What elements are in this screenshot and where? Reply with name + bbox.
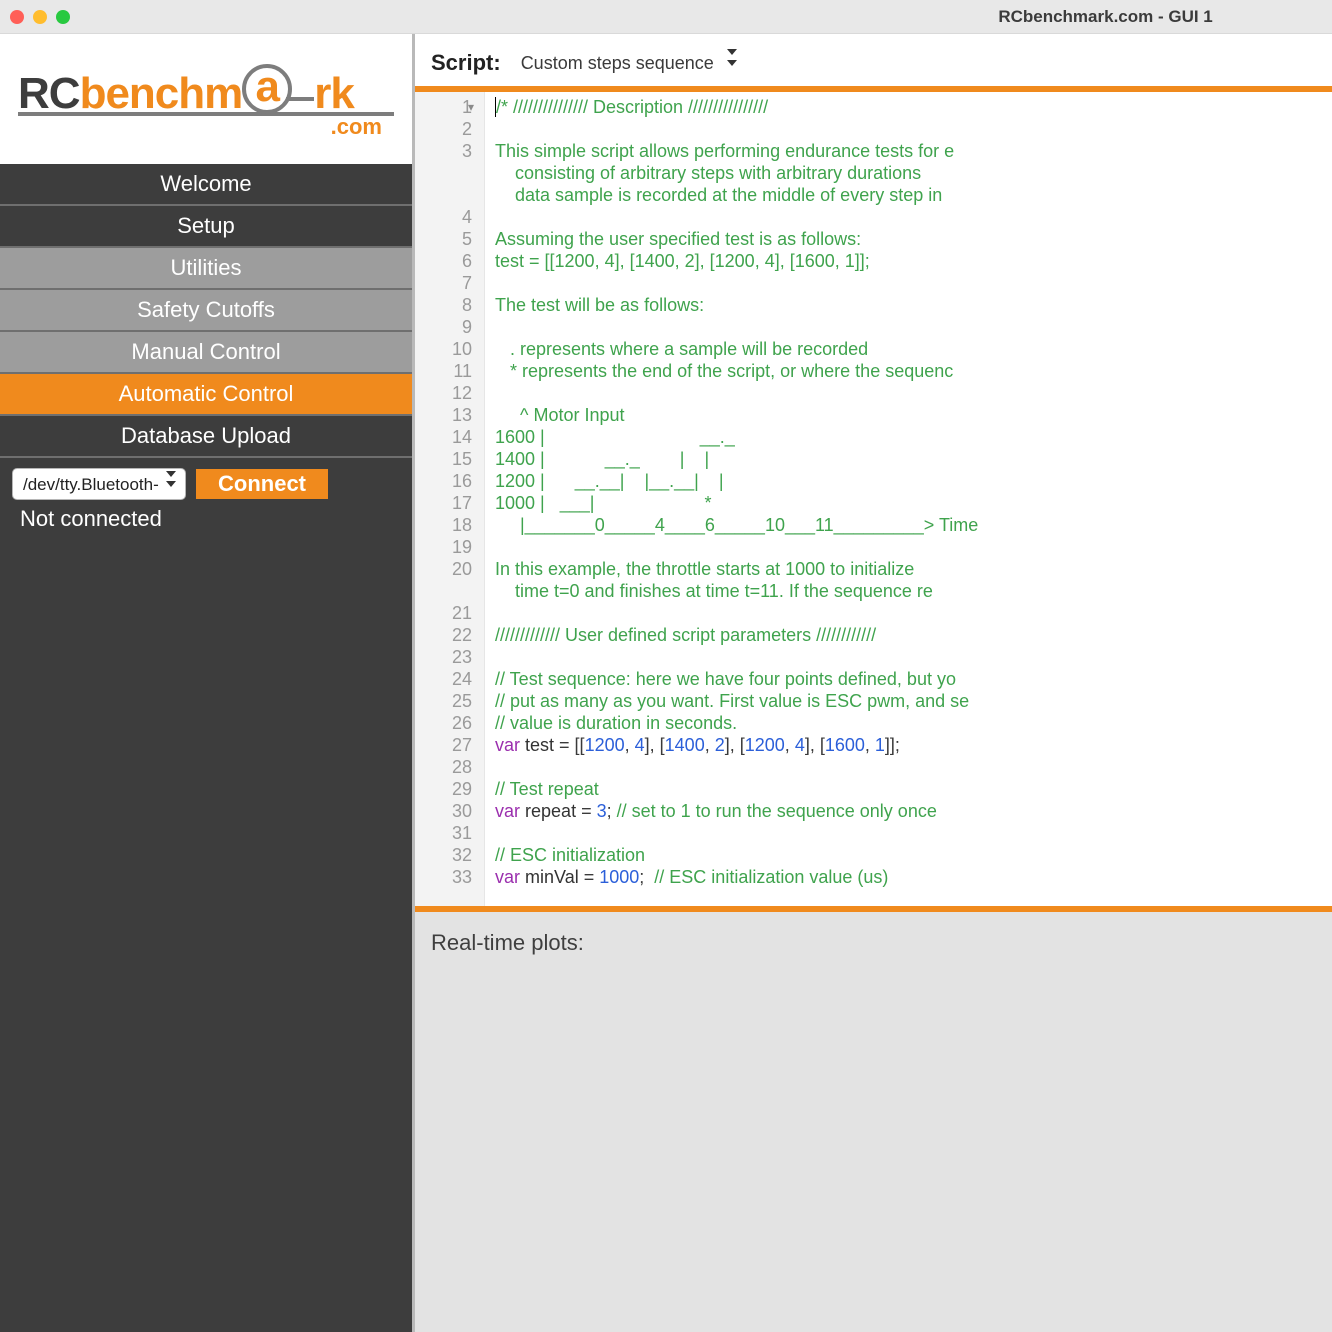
nav-item-manual-control[interactable]: Manual Control <box>0 332 412 374</box>
code-line[interactable]: 1200 | __.__| |__.__| | <box>495 470 1332 492</box>
script-select[interactable]: Custom steps sequence <box>515 51 743 75</box>
code-line[interactable]: 1000 | ___| * <box>495 492 1332 514</box>
code-line[interactable]: In this example, the throttle starts at … <box>495 558 1332 580</box>
code-line[interactable]: 1600 | __._ <box>495 426 1332 448</box>
minimize-window-icon[interactable] <box>33 10 47 24</box>
code-line[interactable]: ^ Motor Input <box>495 404 1332 426</box>
sidebar: RCbenchmrk .com WelcomeSetupUtilitiesSaf… <box>0 34 415 1332</box>
port-select-wrap[interactable]: /dev/tty.Bluetooth- <box>12 468 186 500</box>
logo-text-rc: RC <box>18 69 80 118</box>
code-line[interactable]: ///////////// User defined script parame… <box>495 624 1332 646</box>
code-line[interactable]: Assuming the user specified test is as f… <box>495 228 1332 250</box>
app-title: RCbenchmark.com - GUI 1 <box>998 7 1212 27</box>
code-line[interactable]: time t=0 and finishes at time t=11. If t… <box>495 580 1332 602</box>
code-line[interactable] <box>495 646 1332 668</box>
code-line[interactable]: /* /////////////// Description /////////… <box>495 96 1332 118</box>
code-line[interactable] <box>495 602 1332 624</box>
realtime-plots-panel: Real-time plots: <box>415 912 1332 1332</box>
code-line[interactable]: This simple script allows performing end… <box>495 140 1332 162</box>
magnifier-a-icon <box>242 64 292 114</box>
code-line[interactable] <box>495 756 1332 778</box>
code-line[interactable] <box>495 272 1332 294</box>
logo: RCbenchmrk .com <box>0 34 412 164</box>
code-editor[interactable]: 1234567891011121314151617181920212223242… <box>415 92 1332 906</box>
code-line[interactable]: // value is duration in seconds. <box>495 712 1332 734</box>
nav-item-setup[interactable]: Setup <box>0 206 412 248</box>
code-line[interactable]: * represents the end of the script, or w… <box>495 360 1332 382</box>
content: Script: Custom steps sequence 1234567891… <box>415 34 1332 1332</box>
script-select-wrap[interactable]: Custom steps sequence <box>515 51 743 75</box>
port-select[interactable]: /dev/tty.Bluetooth- <box>12 468 186 500</box>
code-line[interactable]: // ESC initialization <box>495 844 1332 866</box>
realtime-plots-label: Real-time plots: <box>431 930 584 955</box>
code-line[interactable]: data sample is recorded at the middle of… <box>495 184 1332 206</box>
close-window-icon[interactable] <box>10 10 24 24</box>
code-line[interactable]: 1400 | __._ | | <box>495 448 1332 470</box>
code-line[interactable]: The test will be as follows: <box>495 294 1332 316</box>
connect-button[interactable]: Connect <box>196 469 328 499</box>
line-gutter: 1234567891011121314151617181920212223242… <box>415 92 485 906</box>
logo-text-mark: rk <box>314 69 354 118</box>
code-line[interactable] <box>495 206 1332 228</box>
nav-item-database-upload[interactable]: Database Upload <box>0 416 412 458</box>
script-label: Script: <box>431 50 501 76</box>
code-line[interactable] <box>495 382 1332 404</box>
code-line[interactable]: // Test sequence: here we have four poin… <box>495 668 1332 690</box>
nav: WelcomeSetupUtilitiesSafety CutoffsManua… <box>0 164 412 458</box>
code-line[interactable]: // Test repeat <box>495 778 1332 800</box>
window-controls <box>10 10 70 24</box>
maximize-window-icon[interactable] <box>56 10 70 24</box>
code-line[interactable] <box>495 822 1332 844</box>
titlebar: RCbenchmark.com - GUI 1 <box>0 0 1332 34</box>
code-line[interactable]: // put as many as you want. First value … <box>495 690 1332 712</box>
code-line[interactable]: var minVal = 1000; // ESC initialization… <box>495 866 1332 888</box>
logo-text-bench: bench <box>80 69 205 118</box>
script-bar: Script: Custom steps sequence <box>415 34 1332 86</box>
code-area[interactable]: /* /////////////// Description /////////… <box>485 92 1332 906</box>
code-line[interactable]: var repeat = 3; // set to 1 to run the s… <box>495 800 1332 822</box>
nav-item-automatic-control[interactable]: Automatic Control <box>0 374 412 416</box>
nav-item-safety-cutoffs[interactable]: Safety Cutoffs <box>0 290 412 332</box>
nav-item-welcome[interactable]: Welcome <box>0 164 412 206</box>
code-line[interactable] <box>495 536 1332 558</box>
code-line[interactable]: var test = [[1200, 4], [1400, 2], [1200,… <box>495 734 1332 756</box>
code-line[interactable]: consisting of arbitrary steps with arbit… <box>495 162 1332 184</box>
connection-status: Not connected <box>0 506 412 542</box>
code-line[interactable]: test = [[1200, 4], [1400, 2], [1200, 4],… <box>495 250 1332 272</box>
nav-item-utilities[interactable]: Utilities <box>0 248 412 290</box>
code-line[interactable]: |_______0_____4____6_____10___11________… <box>495 514 1332 536</box>
code-line[interactable] <box>495 316 1332 338</box>
code-line[interactable] <box>495 118 1332 140</box>
code-line[interactable]: . represents where a sample will be reco… <box>495 338 1332 360</box>
